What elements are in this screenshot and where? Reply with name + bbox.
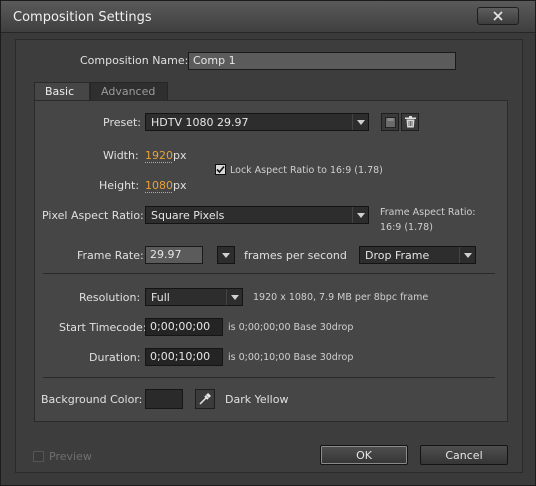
lock-aspect-label: Lock Aspect Ratio to 16:9 (1.78) [230,165,383,176]
ok-button[interactable]: OK [320,445,408,465]
duration-input[interactable]: 0;00;10;00 [145,348,223,366]
resolution-value: Full [151,291,170,304]
eyedropper-icon [199,392,212,405]
background-color-name: Dark Yellow [225,393,289,406]
preview-checkbox[interactable] [33,451,44,462]
preview-label: Preview [49,450,92,463]
dropdown-arrow-icon [356,212,365,218]
eyedropper-button[interactable] [195,389,215,409]
tab-advanced[interactable]: Advanced [90,82,168,100]
composition-settings-dialog: Composition Settings Composition Name: C… [0,0,536,486]
drop-frame-value: Drop Frame [365,249,430,262]
preset-dropdown[interactable]: HDTV 1080 29.97 [145,113,369,131]
background-color-label: Background Color: [41,393,143,406]
close-icon [493,11,503,21]
width-label: Width: [103,149,139,162]
dropdown-arrow-icon [356,119,365,125]
pixel-aspect-ratio-dropdown[interactable]: Square Pixels [145,206,369,224]
delete-preset-icon [404,116,416,128]
window-title: Composition Settings [13,10,152,25]
duration-label: Duration: [89,351,141,364]
resolution-label: Resolution: [79,291,141,304]
save-preset-icon [384,116,396,128]
frame-rate-input[interactable]: 29.97 [145,246,203,264]
drop-frame-dropdown[interactable]: Drop Frame [359,246,476,264]
background-color-swatch[interactable] [145,389,183,409]
save-preset-button[interactable] [381,113,399,131]
tab-basic[interactable]: Basic [34,82,90,100]
resolution-dropdown[interactable]: Full [145,288,243,306]
start-timecode-input[interactable]: 0;00;00;00 [145,318,223,336]
frame-rate-unit: frames per second [244,249,347,262]
preset-label: Preset: [103,116,142,129]
composition-name-input[interactable]: Comp 1 [188,52,456,70]
width-value[interactable]: 1920 [145,149,173,162]
width-unit: px [173,149,187,162]
frame-aspect-ratio-value: 16:9 (1.78) [380,222,433,233]
height-unit: px [173,179,187,192]
checkmark-icon [216,165,225,174]
frame-rate-label: Frame Rate: [77,249,144,262]
dialog-body: Composition Name: Comp 1 Basic Advanced … [15,39,523,473]
divider [43,377,495,378]
divider [43,273,495,274]
basic-tab-panel: Preset: HDTV 1080 29.97 Width: 1920 px L… [34,100,508,422]
height-value[interactable]: 1080 [145,179,173,192]
dropdown-arrow-icon [230,294,239,300]
dropdown-arrow-icon [463,252,472,258]
resolution-info: 1920 x 1080, 7.9 MB per 8bpc frame [253,292,429,303]
frame-aspect-ratio-label: Frame Aspect Ratio: [380,207,476,218]
height-label: Height: [99,179,140,192]
duration-info: is 0;00;10;00 Base 30drop [228,352,354,363]
title-bar[interactable]: Composition Settings [1,1,535,33]
start-timecode-label: Start Timecode: [59,321,147,334]
frame-rate-dropdown[interactable] [217,246,235,264]
close-button[interactable] [477,7,519,25]
start-timecode-info: is 0;00;00;00 Base 30drop [228,322,354,333]
pixel-aspect-ratio-label: Pixel Aspect Ratio: [42,209,144,222]
dropdown-arrow-icon [222,252,230,258]
composition-name-label: Composition Name: [80,54,189,67]
preset-value: HDTV 1080 29.97 [151,116,249,129]
cancel-button[interactable]: Cancel [420,445,508,465]
lock-aspect-checkbox[interactable] [215,164,226,175]
pixel-aspect-ratio-value: Square Pixels [151,209,225,222]
delete-preset-button[interactable] [401,113,419,131]
